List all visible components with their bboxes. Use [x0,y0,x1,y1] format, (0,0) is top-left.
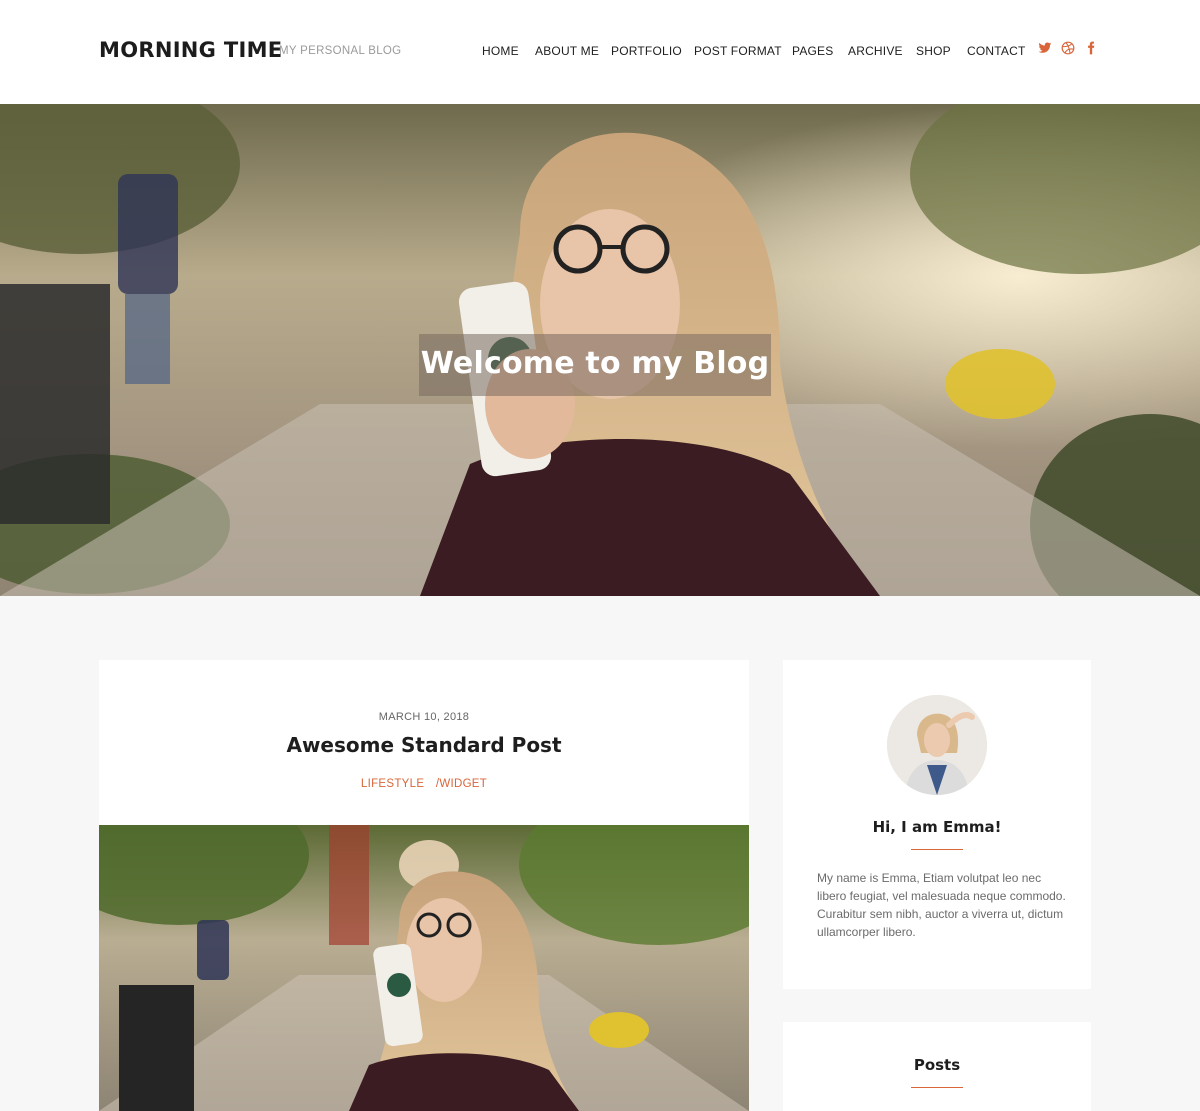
post-card: MARCH 10, 2018 Awesome Standard Post LIF… [99,660,749,1111]
nav-item-pages[interactable]: PAGES [792,44,833,58]
hero-title: Welcome to my Blog [420,346,770,381]
nav-item-about-me[interactable]: ABOUT ME [535,44,599,58]
title-underline [911,849,963,850]
nav-item-post-format[interactable]: POST FORMAT [694,44,782,58]
title-underline [911,1087,963,1088]
post-categories: LIFESTYLE /WIDGET [99,778,749,790]
site-header: MORNING TIME MY PERSONAL BLOG HOME ABOUT… [0,0,1200,104]
about-widget: Hi, I am Emma! My name is Emma, Etiam vo… [783,660,1091,989]
about-widget-title: Hi, I am Emma! [872,818,1002,836]
post-date: MARCH 10, 2018 [378,711,470,723]
nav-item-portfolio[interactable]: PORTFOLIO [611,44,682,58]
nav-item-shop[interactable]: SHOP [916,44,951,58]
about-widget-text: My name is Emma, Etiam volutpat leo nec … [817,871,1066,939]
facebook-icon[interactable] [1084,41,1100,59]
nav-item-home[interactable]: HOME [482,44,519,58]
dribbble-icon[interactable] [1061,41,1077,59]
main-nav: HOME ABOUT ME PORTFOLIO POST FORMAT PAGE… [0,44,1200,60]
posts-widget: Posts [783,1022,1091,1111]
hero-title-box: Welcome to my Blog [419,334,771,396]
avatar [887,695,987,795]
post-title[interactable]: Awesome Standard Post [99,733,749,757]
twitter-icon[interactable] [1038,41,1054,59]
hero-banner: Welcome to my Blog [0,104,1200,596]
post-featured-image[interactable] [99,825,749,1111]
nav-item-archive[interactable]: ARCHIVE [848,44,903,58]
nav-item-contact[interactable]: CONTACT [967,44,1026,58]
avatar-image [887,695,987,795]
category-widget[interactable]: WIDGET [439,778,487,790]
posts-widget-title: Posts [913,1056,961,1074]
category-lifestyle[interactable]: LIFESTYLE [361,778,424,790]
